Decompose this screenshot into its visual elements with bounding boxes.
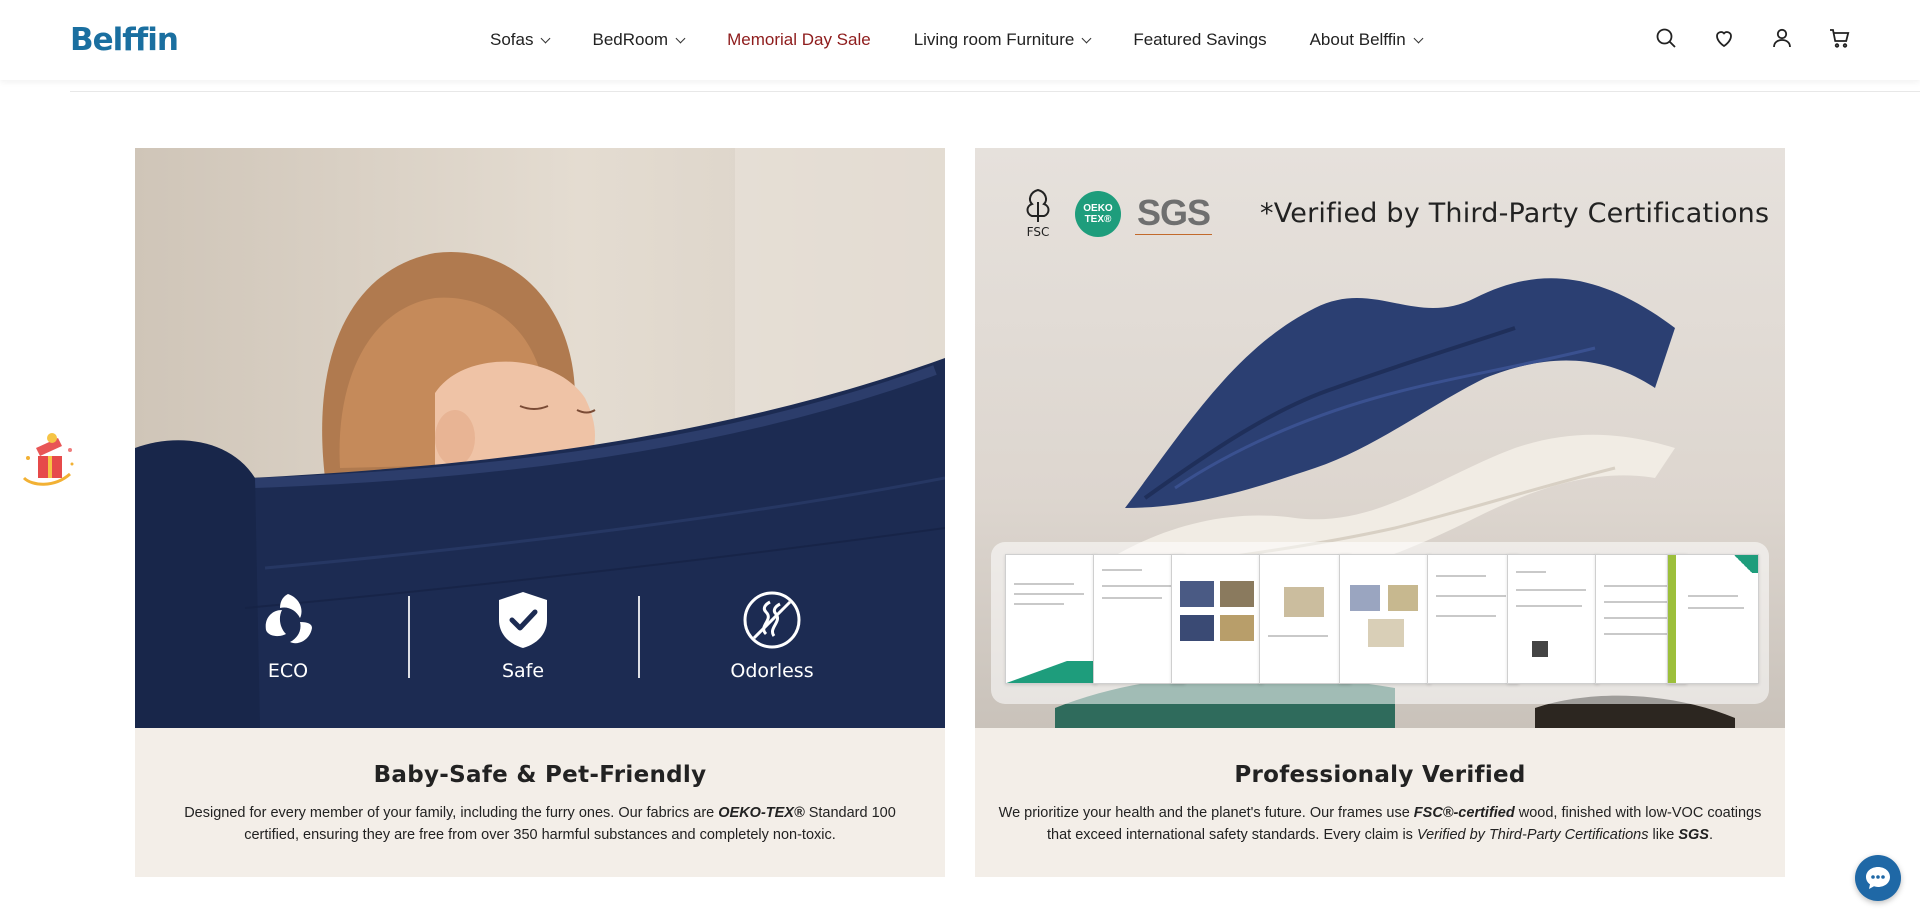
certificate-document xyxy=(1171,554,1263,684)
certificate-document xyxy=(1005,554,1097,684)
nav-item-label[interactable]: Featured Savings xyxy=(1133,30,1266,50)
sgs-emphasis: SGS xyxy=(1678,827,1709,843)
certificate-documents xyxy=(991,542,1769,704)
chevron-down-icon[interactable] xyxy=(1413,33,1424,43)
certifications-image: FSC OEKO TEX® SGS *Verified by Third-Par… xyxy=(975,148,1785,728)
badge-label: Safe xyxy=(501,660,545,682)
nav-item-bedroom[interactable]: BedRoom xyxy=(592,30,686,50)
chevron-down-icon[interactable] xyxy=(1081,33,1092,43)
badge-safe: Safe xyxy=(463,588,583,682)
nav-item-sofas[interactable]: Sofas xyxy=(490,30,551,50)
header-actions xyxy=(1654,26,1852,50)
fsc-logo: FSC xyxy=(1015,188,1061,239)
card-description: We prioritize your health and the planet… xyxy=(995,802,1765,846)
heart-icon[interactable] xyxy=(1712,26,1736,50)
eco-leaves-icon xyxy=(265,594,312,644)
chevron-down-icon[interactable] xyxy=(541,33,551,43)
sgs-logo: SGS xyxy=(1135,192,1213,235)
search-icon[interactable] xyxy=(1654,26,1678,50)
fsc-emphasis: FSC®-certified xyxy=(1413,805,1515,821)
no-smell-icon xyxy=(743,591,801,649)
badge-odorless: Odorless xyxy=(712,588,832,682)
fsc-logo-text: FSC xyxy=(1026,225,1050,239)
certificate-document xyxy=(1507,554,1599,684)
card-description: Designed for every member of your family… xyxy=(155,802,925,846)
tree-icon xyxy=(1026,188,1050,222)
oeko-tex-logo: OEKO TEX® xyxy=(1075,190,1121,237)
text-segment: like xyxy=(1648,827,1679,843)
text-segment: Designed for every member of your family… xyxy=(184,805,719,821)
nav-item-about-belffin[interactable]: About Belffin xyxy=(1310,30,1424,50)
verification-headline: *Verified by Third-Party Certifications xyxy=(1260,198,1770,229)
feature-card-verified: FSC OEKO TEX® SGS *Verified by Third-Par… xyxy=(975,148,1785,877)
site-header: Belffin Sofas BedRoom Memorial Day Sale … xyxy=(0,0,1920,80)
badge-divider xyxy=(638,596,640,678)
nav-item-label[interactable]: About Belffin xyxy=(1310,30,1406,50)
certificate-document xyxy=(1339,554,1431,684)
nav-item-label[interactable]: Sofas xyxy=(490,30,533,50)
nav-item-featured-savings[interactable]: Featured Savings xyxy=(1133,30,1266,50)
text-segment: We prioritize your health and the planet… xyxy=(998,805,1414,821)
card-title: Baby-Safe & Pet-Friendly xyxy=(373,762,707,788)
nav-item-living-room-furniture[interactable]: Living room Furniture xyxy=(914,30,1092,50)
live-chat-button[interactable] xyxy=(1855,855,1901,901)
text-segment: . xyxy=(1708,827,1713,843)
gift-popup-icon[interactable] xyxy=(14,428,84,492)
nav-item-label[interactable]: Living room Furniture xyxy=(914,30,1075,50)
user-icon[interactable] xyxy=(1770,26,1794,50)
badge-divider xyxy=(408,596,410,678)
chevron-down-icon[interactable] xyxy=(675,33,686,43)
badge-eco: ECO xyxy=(228,588,348,682)
nav-item-label[interactable]: BedRoom xyxy=(592,30,668,50)
child-on-sofa-image: ECO Safe Odorless xyxy=(135,148,945,728)
certificate-document xyxy=(1667,554,1759,684)
verified-emphasis: Verified by Third-Party Certifications xyxy=(1416,827,1649,843)
certification-logos: FSC OEKO TEX® SGS xyxy=(1015,188,1213,239)
feature-badges: ECO Safe Odorless xyxy=(135,588,945,708)
feature-card-baby-safe: ECO Safe Odorless Baby-Safe & Pet-Friend… xyxy=(135,148,945,877)
certificate-document xyxy=(1427,554,1519,684)
brand-logo[interactable]: Belffin xyxy=(70,22,179,58)
oeko-tex-emphasis: OEKO-TEX® xyxy=(718,805,805,821)
main-nav: Sofas BedRoom Memorial Day Sale Living r… xyxy=(490,0,1465,80)
nav-item-label[interactable]: Memorial Day Sale xyxy=(727,30,871,50)
brand-logo-text[interactable]: Belffin xyxy=(70,22,179,58)
header-divider xyxy=(70,91,1920,92)
nav-item-memorial-day-sale[interactable]: Memorial Day Sale xyxy=(727,30,871,50)
badge-label: Odorless xyxy=(730,660,814,682)
card-title: Professionaly Verified xyxy=(1234,762,1526,788)
badge-label: ECO xyxy=(267,660,309,682)
chat-bubble-icon[interactable] xyxy=(1864,865,1892,891)
certificate-document xyxy=(1259,554,1351,684)
cart-icon[interactable] xyxy=(1828,26,1852,50)
shield-check-icon xyxy=(499,592,547,648)
